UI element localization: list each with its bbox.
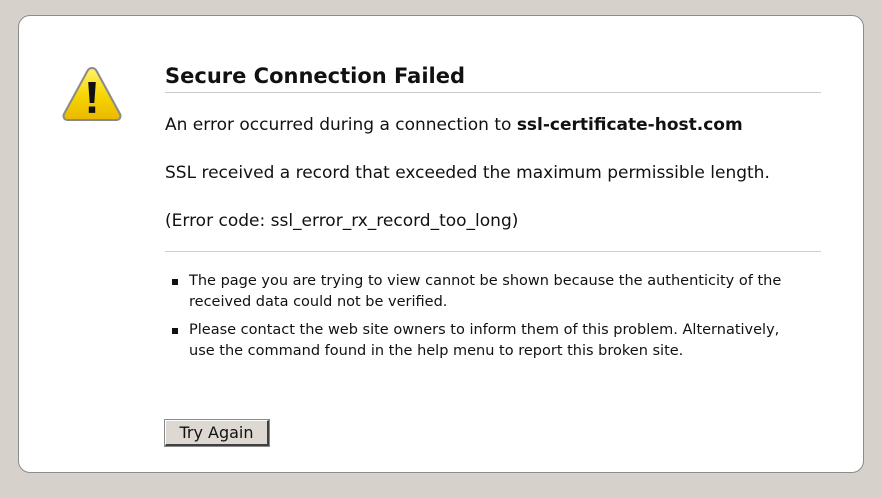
bullet-icon [172,279,178,285]
warning-triangle-icon [62,66,122,121]
page-title: Secure Connection Failed [165,62,821,93]
error-code: (Error code: ssl_error_rx_record_too_lon… [165,211,519,231]
error-intro: An error occurred during a connection to… [165,114,821,136]
error-content: Secure Connection Failed An error occurr… [164,62,821,447]
list-item: Please contact the web site owners to in… [165,320,809,362]
list-item: The page you are trying to view cannot b… [165,271,809,313]
error-page-panel: Secure Connection Failed An error occurr… [18,15,864,473]
list-item-text: The page you are trying to view cannot b… [189,273,782,310]
divider [165,251,821,252]
error-message: SSL received a record that exceeded the … [165,163,770,183]
error-intro-text: An error occurred during a connection to [165,115,512,135]
try-again-button[interactable]: Try Again [164,419,270,447]
error-details-list: The page you are trying to view cannot b… [165,271,821,362]
list-item-text: Please contact the web site owners to in… [189,322,780,359]
host-name: ssl-certificate-host.com [516,115,743,135]
bullet-icon [172,328,178,334]
